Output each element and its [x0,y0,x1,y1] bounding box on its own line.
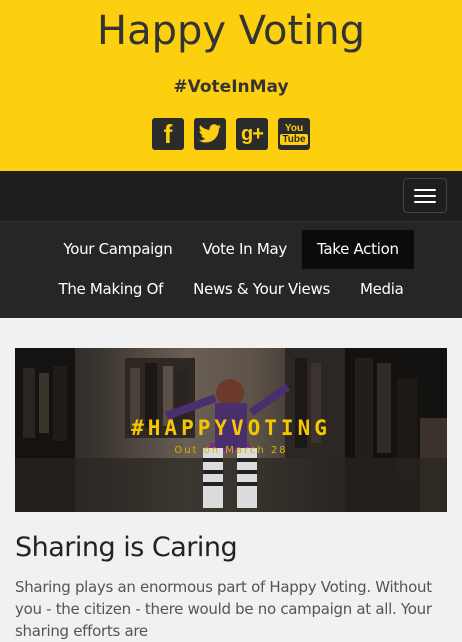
section-heading: Sharing is Caring [15,532,238,563]
facebook-icon[interactable]: f [152,118,184,150]
social-links: f g+ You Tube [0,118,462,150]
nav-news-your-views[interactable]: News & Your Views [178,270,345,309]
nav-take-action[interactable]: Take Action [301,230,414,269]
google-plus-icon[interactable]: g+ [236,118,268,150]
hero-video-banner[interactable]: #HAPPYVOTING Out on March 28 [15,348,447,512]
hamburger-icon [414,189,436,191]
nav-your-campaign[interactable]: Your Campaign [48,230,187,269]
hero-subtitle: Out on March 28 [174,445,288,456]
site-header: Happy Voting #VoteInMay f g+ You Tube [0,0,462,171]
nav-vote-in-may[interactable]: Vote In May [187,230,302,269]
site-title[interactable]: Happy Voting [0,8,462,54]
youtube-icon[interactable]: You Tube [278,118,310,150]
main-navigation: Your Campaign Vote In May Take Action Th… [0,222,462,318]
main-content: #HAPPYVOTING Out on March 28 [15,348,447,512]
nav-media[interactable]: Media [345,270,419,309]
twitter-icon[interactable] [194,118,226,150]
hero-title: #HAPPYVOTING [131,416,331,440]
nav-the-making-of[interactable]: The Making Of [43,270,178,309]
menu-toggle-button[interactable] [403,178,447,213]
site-tagline: #VoteInMay [173,77,289,97]
top-navbar [0,171,462,222]
article-body: Sharing plays an enormous part of Happy … [15,578,432,640]
